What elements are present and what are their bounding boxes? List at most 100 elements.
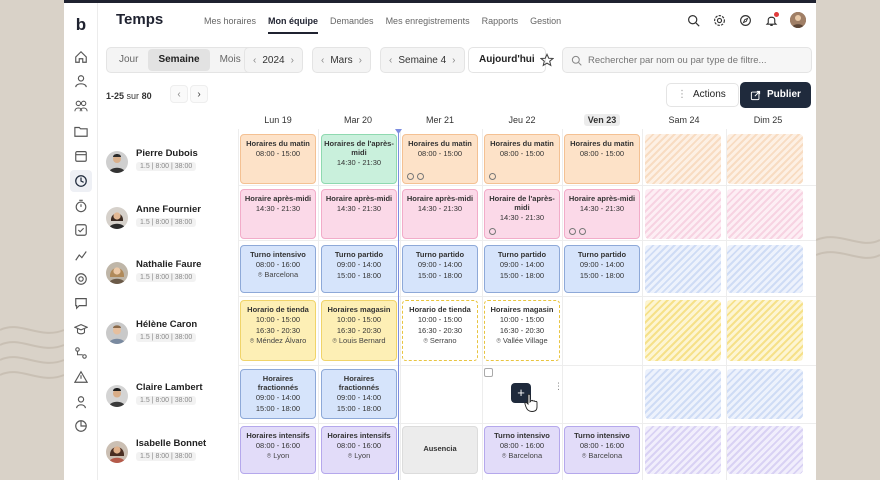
shift-card[interactable]: Horaires du matin 08:00 - 15:00: [564, 134, 640, 184]
pager-range: 1-25: [106, 91, 125, 101]
nav-mon-equipe[interactable]: Mon équipe: [268, 16, 319, 34]
shift-card[interactable]: Turno partido 09:00 - 14:00 15:00 - 18:00: [402, 245, 478, 293]
shift-card[interactable]: Horaire après-midi 14:30 - 21:30: [564, 189, 640, 239]
chevron-left-icon[interactable]: ‹: [321, 55, 324, 66]
shift-card[interactable]: Horaires fractionnés 09:00 - 14:00 15:00 -…: [240, 369, 316, 419]
shift-card[interactable]: Horaires intensifs 08:00 - 16:00 ⌾ Lyon: [240, 426, 316, 474]
app-window: b Temps Mes horaires Mon équipe Demandes…: [64, 0, 816, 480]
shift-card[interactable]: Horaire après-midi 14:30 - 21:30: [240, 189, 316, 239]
view-semaine[interactable]: Semaine: [148, 49, 210, 71]
folder-icon[interactable]: [73, 123, 89, 139]
team-icon[interactable]: [73, 98, 89, 114]
week-stepper: ‹ Semaine 4 ›: [380, 47, 465, 73]
chevron-right-icon[interactable]: ›: [291, 55, 294, 66]
location-pin-icon: ⌾: [257, 270, 263, 279]
employee-name: Pierre Dubois: [136, 148, 198, 159]
publish-button[interactable]: Publier: [740, 82, 811, 108]
clock-icon[interactable]: [70, 170, 92, 192]
shift-card[interactable]: Horaires magasin 10:00 - 15:00 16:30 - 20:…: [321, 300, 397, 361]
workflow-icon[interactable]: [73, 345, 89, 361]
year-value: 2024: [262, 54, 285, 66]
shift-card[interactable]: Turno partido 09:00 - 14:00 15:00 - 18:00: [564, 245, 640, 293]
pagination-label: 1-25 sur 80: [106, 91, 152, 101]
unavailable-slot: [727, 426, 803, 474]
view-jour[interactable]: Jour: [109, 49, 148, 71]
day-header: Lun 19: [264, 115, 292, 125]
pie-icon[interactable]: [73, 418, 89, 434]
unavailable-slot: [727, 189, 803, 239]
gear-icon[interactable]: [712, 13, 726, 27]
shift-card[interactable]: Horaire après-midi 14:30 - 21:30: [402, 189, 478, 239]
shift-card[interactable]: Horaires du matin 08:00 - 15:00: [402, 134, 478, 184]
unavailable-slot: [645, 426, 721, 474]
search-input[interactable]: [588, 54, 788, 66]
chevron-right-icon[interactable]: ›: [452, 55, 455, 66]
profile-icon[interactable]: [73, 394, 89, 410]
nav-demandes[interactable]: Demandes: [330, 16, 374, 34]
brand-logo[interactable]: b: [72, 15, 90, 35]
actions-button[interactable]: ⋮ Actions: [666, 83, 739, 107]
cell-select-checkbox[interactable]: [484, 368, 493, 377]
calendar-icon[interactable]: [73, 148, 89, 164]
shift-card-draft[interactable]: Horaires magasin 10:00 - 15:00 16:30 - 20:…: [484, 300, 560, 361]
nav-mes-horaires[interactable]: Mes horaires: [204, 16, 256, 34]
shift-card[interactable]: Horaires de l'après-midi 14:30 - 21:30: [321, 134, 397, 184]
shift-card[interactable]: Horaires du matin 08:00 - 15:00: [240, 134, 316, 184]
chart-icon[interactable]: [73, 247, 89, 263]
shift-card[interactable]: Horaires fractionnés 09:00 - 14:00 15:00 -…: [321, 369, 397, 419]
next-page-button[interactable]: ›: [190, 85, 208, 103]
absence-card[interactable]: Ausencia: [402, 426, 478, 474]
location-pin-icon: ⌾: [423, 336, 428, 345]
user-icon[interactable]: [73, 73, 89, 89]
search-box: [562, 47, 812, 73]
nav-mes-enregistrements[interactable]: Mes enregistrements: [386, 16, 470, 34]
prev-page-button[interactable]: ‹: [170, 85, 188, 103]
alert-icon[interactable]: [73, 369, 89, 385]
today-button[interactable]: Aujourd'hui: [468, 47, 546, 73]
timer-icon[interactable]: [73, 198, 89, 214]
employee-name: Hélène Caron: [136, 319, 198, 330]
unavailable-slot: [727, 245, 803, 293]
nav-rapports[interactable]: Rapports: [482, 16, 519, 34]
chat-icon[interactable]: [73, 295, 89, 311]
shift-status-icons: [569, 228, 586, 235]
check-square-icon[interactable]: [73, 222, 89, 238]
employee-meta: 1.5 | 8:00 | 38:00: [136, 162, 197, 171]
employee-name: Claire Lambert: [136, 382, 203, 393]
unavailable-slot: [645, 369, 721, 419]
chevron-left-icon[interactable]: ‹: [389, 55, 392, 66]
shift-card[interactable]: Turno partido 09:00 - 14:00 15:00 - 18:00: [484, 245, 560, 293]
user-avatar[interactable]: [790, 12, 806, 28]
graduation-icon[interactable]: [73, 321, 89, 337]
week-value: Semaine 4: [398, 54, 447, 66]
shift-card[interactable]: Turno intensivo 08:00 - 16:00 ⌾ Barcelona: [240, 245, 316, 293]
chevron-left-icon[interactable]: ‹: [253, 55, 256, 66]
shift-card[interactable]: Horaires intensifs 08:00 - 16:00 ⌾ Lyon: [321, 426, 397, 474]
target-icon[interactable]: [73, 271, 89, 287]
chevron-right-icon[interactable]: ›: [359, 55, 362, 66]
employee-meta: 1.5 | 8:00 | 38:00: [136, 333, 197, 342]
home-icon[interactable]: [73, 49, 89, 65]
shift-card[interactable]: Horaire de l'après-midi 14:30 - 21:30: [484, 189, 560, 239]
nav-gestion[interactable]: Gestion: [530, 16, 561, 34]
publish-icon: [750, 90, 761, 100]
search-icon: [571, 55, 582, 66]
compass-icon[interactable]: [738, 13, 752, 27]
shift-card-draft[interactable]: Horario de tienda 10:00 - 15:00 16:30 - 20…: [402, 300, 478, 361]
cell-menu-icon[interactable]: ⋮: [554, 381, 563, 392]
unavailable-slot: [727, 300, 803, 361]
shift-card[interactable]: Turno partido 09:00 - 14:00 15:00 - 18:00: [321, 245, 397, 293]
filter-bar: Jour Semaine Mois ‹ 2024 › ‹ Mars › ‹ Se…: [98, 47, 816, 75]
shift-card[interactable]: Horaires du matin 08:00 - 15:00: [484, 134, 560, 184]
star-icon[interactable]: [539, 53, 555, 67]
shift-card[interactable]: Turno intensivo 08:00 - 16:00 ⌾ Barcelona: [564, 426, 640, 474]
location-pin-icon: ⌾: [581, 451, 587, 460]
unavailable-slot: [727, 134, 803, 184]
employee-meta: 1.5 | 8:00 | 38:00: [136, 218, 197, 227]
view-switcher: Jour Semaine Mois: [106, 47, 254, 73]
shift-card[interactable]: Horaire après-midi 14:30 - 21:30: [321, 189, 397, 239]
bell-icon[interactable]: [764, 12, 779, 27]
search-icon[interactable]: [686, 13, 700, 27]
shift-card[interactable]: Horario de tienda 10:00 - 15:00 16:30 - 20…: [240, 300, 316, 361]
shift-card[interactable]: Turno intensivo 08:00 - 16:00 ⌾ Barcelona: [484, 426, 560, 474]
